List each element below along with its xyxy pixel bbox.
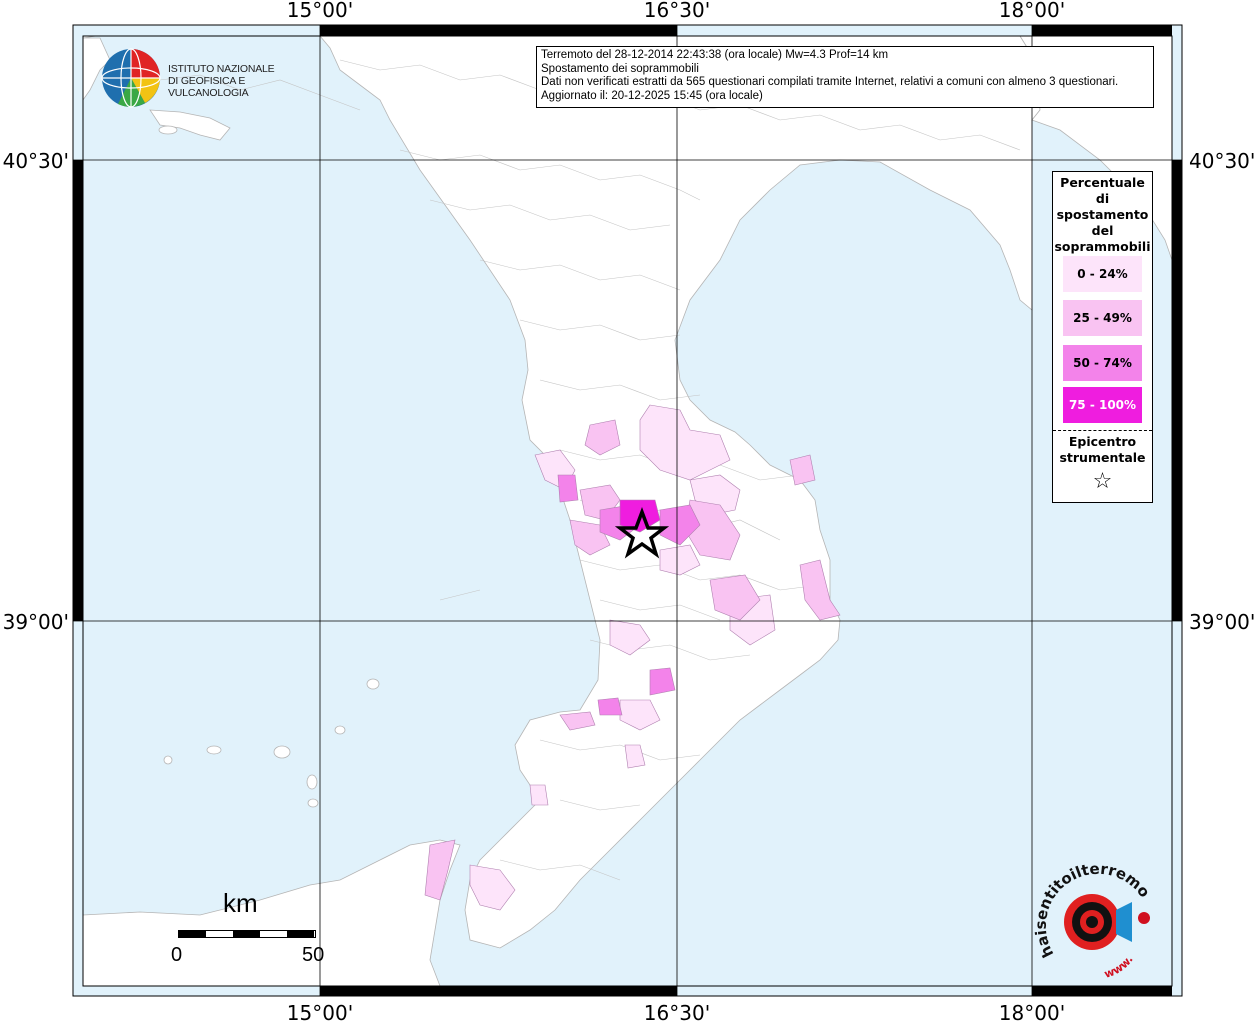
island-lipari (306, 774, 318, 790)
scale-bar-graphic (178, 930, 316, 938)
legend-class-label: 25 - 49% (1073, 311, 1132, 325)
tick-bottom-2: 16°30' (644, 1001, 710, 1024)
island-panarea (334, 725, 346, 735)
parameter-line: Spostamento dei soprammobili (541, 62, 699, 75)
municipality-class-50-74 (557, 474, 579, 503)
legend-class-label: 50 - 74% (1073, 356, 1132, 370)
municipality-class-50-74 (597, 697, 623, 716)
scale-start: 0 (171, 944, 183, 966)
legend-class-0-24: 0 - 24% (1063, 256, 1142, 292)
updated-line: Aggiornato il: 20-12-2025 15:45 (ora loc… (541, 89, 763, 102)
legend-epicenter-line: strumentale (1059, 450, 1146, 465)
frame-bar-right (1172, 160, 1182, 621)
scale-bar: km 0 50 (168, 888, 338, 970)
ingv-globe-icon (101, 48, 161, 108)
legend-title-line: del (1091, 223, 1114, 238)
badge-www: www. (1103, 953, 1136, 981)
tick-bottom-1: 15°00' (287, 1001, 353, 1024)
frame-bar-top (1032, 25, 1172, 36)
island-capri (158, 125, 178, 135)
tick-top-2: 16°30' (644, 0, 710, 22)
legend-title-line: spostamento (1056, 207, 1149, 222)
island-stromboli (366, 678, 380, 690)
island-alicudi (163, 755, 173, 765)
legend-separator (1053, 430, 1152, 431)
event-info-box: Terremoto del 28-12-2014 22:43:38 (ora l… (536, 46, 1154, 108)
island-filicudi (206, 745, 222, 755)
frame-bar-top (320, 25, 677, 36)
tick-left-1: 40°30' (3, 149, 69, 173)
island-vulcano (307, 798, 319, 808)
ingv-logo: ISTITUTO NAZIONALE DI GEOFISICA E VULCAN… (100, 47, 310, 109)
frame-bar-left (73, 160, 83, 621)
data-note-line: Dati non verificati estratti da 565 ques… (541, 76, 1119, 88)
frame-bar-bottom (320, 986, 677, 996)
legend: Percentuale di spostamento del soprammob… (1052, 171, 1153, 503)
tick-right-2: 39°00' (1189, 610, 1255, 634)
island-salina (273, 745, 291, 759)
epicenter-star-icon: ☆ (1092, 469, 1113, 494)
legend-title-line: Percentuale (1060, 175, 1145, 190)
legend-class-25-49: 25 - 49% (1063, 300, 1142, 336)
legend-title-line: di (1095, 191, 1110, 206)
scale-unit: km (223, 888, 258, 918)
tick-bottom-3: 18°00' (999, 1001, 1065, 1024)
legend-class-50-74: 50 - 74% (1063, 345, 1142, 381)
legend-title: Percentuale di spostamento del soprammob… (1053, 175, 1152, 255)
legend-class-label: 75 - 100% (1068, 398, 1137, 412)
tick-top-3: 18°00' (999, 0, 1065, 22)
legend-epicenter-line: Epicentro (1068, 434, 1137, 449)
legend-class-75-100: 75 - 100% (1063, 387, 1142, 423)
hai-sentito-badge: haisentitoilterremoto.it www. (1027, 844, 1162, 982)
tick-left-2: 39°00' (3, 610, 69, 634)
legend-epicenter-label: Epicentro strumentale (1053, 434, 1152, 466)
frame-bar-bottom (1032, 986, 1172, 996)
scale-end: 50 (302, 944, 325, 966)
ingv-name-line2: DI GEOFISICA E VULCANOLOGIA (168, 75, 249, 99)
event-line: Terremoto del 28-12-2014 22:43:38 (ora l… (541, 49, 889, 61)
municipality-class-0-24 (529, 784, 549, 806)
tick-top-1: 15°00' (287, 0, 353, 22)
tick-right-1: 40°30' (1189, 149, 1255, 173)
legend-title-line: soprammobili (1054, 239, 1151, 254)
legend-class-label: 0 - 24% (1077, 267, 1128, 281)
hai-sentito-logo-icon: haisentitoilterremoto.it www. (1027, 844, 1154, 981)
ingv-name: ISTITUTO NAZIONALE DI GEOFISICA E VULCAN… (168, 63, 310, 99)
ingv-name-line1: ISTITUTO NAZIONALE (168, 63, 275, 75)
